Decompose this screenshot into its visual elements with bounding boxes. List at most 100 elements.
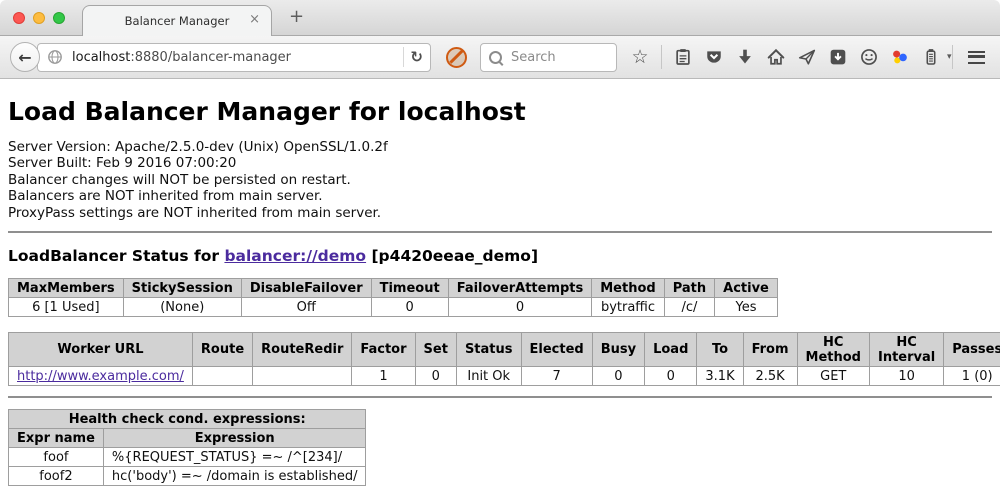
tab-balancer-manager[interactable]: Balancer Manager × <box>82 5 272 36</box>
persist-warning-line: Balancer changes will NOT be persisted o… <box>8 172 992 188</box>
inherit-warning-line: Balancers are NOT inherited from main se… <box>8 188 992 204</box>
page-content: Load Balancer Manager for localhost Serv… <box>0 79 1000 491</box>
url-bar[interactable]: localhost:8880/balancer-manager ↻ <box>37 43 431 72</box>
factor-value: 1 <box>352 367 415 386</box>
health-check-table: Health check cond. expressions: Expr nam… <box>8 409 366 486</box>
home-icon[interactable] <box>766 47 786 67</box>
column-header: RouteRedir <box>253 333 352 367</box>
expr-name-value: foof2 <box>9 467 104 486</box>
server-built-line: Server Built: Feb 9 2016 07:00:20 <box>8 155 992 171</box>
zoom-window-button[interactable] <box>53 12 65 24</box>
new-tab-button[interactable]: + <box>289 6 304 27</box>
back-button[interactable]: ← <box>10 42 40 72</box>
route-value <box>192 367 252 386</box>
pocket-icon[interactable] <box>704 47 724 67</box>
colored-dots-icon[interactable] <box>890 47 910 67</box>
column-header: Load <box>645 333 697 367</box>
table-header-row: Expr name Expression <box>9 429 366 448</box>
smiley-icon[interactable] <box>859 47 879 67</box>
column-header: Elected <box>521 333 592 367</box>
proxypass-warning-line: ProxyPass settings are NOT inherited fro… <box>8 205 992 221</box>
close-window-button[interactable] <box>13 12 25 24</box>
column-header: Passes <box>944 333 1000 367</box>
status-value: Init Ok <box>456 367 521 386</box>
status-heading-suffix: [p4420eeae_demo] <box>366 247 538 265</box>
column-header: Worker URL <box>9 333 193 367</box>
bookmark-star-icon[interactable]: ☆ <box>630 47 650 67</box>
reload-icon[interactable]: ↻ <box>410 48 423 66</box>
search-bar[interactable] <box>480 43 617 72</box>
table-row: foof2 hc('body') =~ /domain is establish… <box>9 467 366 486</box>
load-value: 0 <box>645 367 697 386</box>
column-header: To <box>697 333 743 367</box>
column-header: StickySession <box>123 279 241 298</box>
worker-url-link[interactable]: http://www.example.com/ <box>17 369 184 384</box>
table-row: foof %{REQUEST_STATUS} =~ /^[234]/ <box>9 448 366 467</box>
path-value: /c/ <box>664 298 714 317</box>
expression-value: hc('body') =~ /domain is established/ <box>103 467 366 486</box>
horizontal-rule <box>8 396 992 398</box>
toolbar-icons: ☆ <box>630 45 952 69</box>
hc-interval-value: 10 <box>869 367 943 386</box>
url-path: :8880/balancer-manager <box>130 50 291 65</box>
worker-url-cell: http://www.example.com/ <box>9 367 193 386</box>
navigation-toolbar: ← localhost:8880/balancer-manager ↻ ☆ <box>0 36 1000 79</box>
routeredir-value <box>253 367 352 386</box>
toolbar-divider <box>661 45 662 69</box>
to-value: 3.1K <box>697 367 743 386</box>
search-input[interactable] <box>509 49 608 66</box>
column-header: HC Method <box>797 333 869 367</box>
column-header: Set <box>415 333 456 367</box>
balancer-status-heading: LoadBalancer Status for balancer://demo … <box>8 247 992 265</box>
clipboard-icon[interactable] <box>673 47 693 67</box>
disablefailover-value: Off <box>241 298 371 317</box>
content-block-icon[interactable] <box>446 47 467 68</box>
expr-name-value: foof <box>9 448 104 467</box>
battery-icon[interactable] <box>921 47 941 67</box>
worker-status-table: Worker URL Route RouteRedir Factor Set S… <box>8 332 1000 386</box>
downloads-icon[interactable] <box>735 47 755 67</box>
download-box-icon[interactable] <box>828 47 848 67</box>
tab-bar: Balancer Manager × + <box>0 0 1000 36</box>
balancer-demo-link[interactable]: balancer://demo <box>224 247 366 265</box>
stickysession-value: (None) <box>123 298 241 317</box>
table-caption-row: Health check cond. expressions: <box>9 410 366 429</box>
active-value: Yes <box>715 298 778 317</box>
hc-method-value: GET <box>797 367 869 386</box>
minimize-window-button[interactable] <box>33 12 45 24</box>
method-value: bytraffic <box>592 298 664 317</box>
passes-value: 1 (0) <box>944 367 1000 386</box>
timeout-value: 0 <box>371 298 448 317</box>
toolbar-right-icons <box>952 45 1000 69</box>
send-plane-icon[interactable] <box>797 47 817 67</box>
column-header: From <box>743 333 797 367</box>
column-header: Route <box>192 333 252 367</box>
url-text[interactable]: localhost:8880/balancer-manager <box>72 50 397 65</box>
column-header: Timeout <box>371 279 448 298</box>
status-heading-prefix: LoadBalancer Status for <box>8 247 224 265</box>
balancer-settings-table: MaxMembers StickySession DisableFailover… <box>8 278 778 317</box>
busy-value: 0 <box>592 367 644 386</box>
server-version-line: Server Version: Apache/2.5.0-dev (Unix) … <box>8 139 992 155</box>
browser-window: Balancer Manager × + ← localhost:8880/ba… <box>0 0 1000 491</box>
column-header: Path <box>664 279 714 298</box>
window-controls <box>13 12 65 24</box>
column-header: FailoverAttempts <box>448 279 592 298</box>
back-arrow-icon: ← <box>18 48 31 67</box>
table-row: 6 [1 Used] (None) Off 0 0 bytraffic /c/ … <box>9 298 778 317</box>
set-value: 0 <box>415 367 456 386</box>
horizontal-rule <box>8 231 992 233</box>
failoverattempts-value: 0 <box>448 298 592 317</box>
tab-title: Balancer Manager <box>125 14 230 28</box>
column-header: Method <box>592 279 664 298</box>
health-table-caption: Health check cond. expressions: <box>9 410 366 429</box>
toolbar-divider <box>952 45 953 69</box>
menu-hamburger-icon[interactable] <box>968 51 985 64</box>
from-value: 2.5K <box>743 367 797 386</box>
maxmembers-value: 6 [1 Used] <box>9 298 124 317</box>
column-header: Active <box>715 279 778 298</box>
tab-close-icon[interactable]: × <box>249 13 260 26</box>
column-header: Expr name <box>9 429 104 448</box>
elected-value: 7 <box>521 367 592 386</box>
column-header: DisableFailover <box>241 279 371 298</box>
